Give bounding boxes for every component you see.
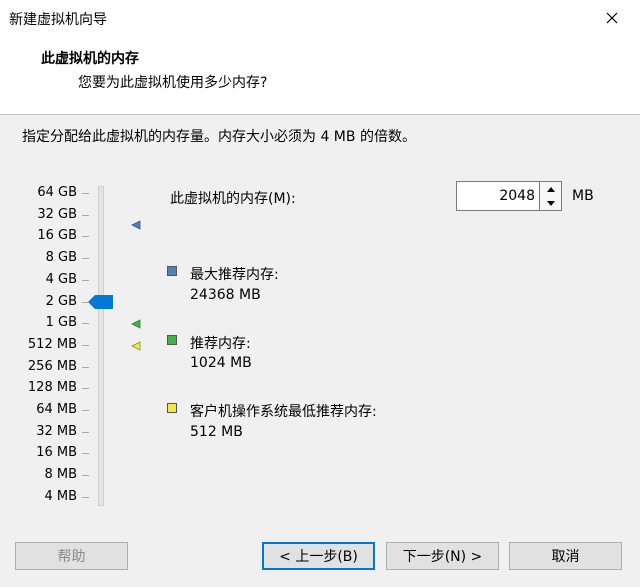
spin-up-button[interactable] <box>540 182 561 196</box>
close-icon <box>606 12 618 24</box>
slider-tick-mark <box>82 475 89 477</box>
cancel-button[interactable]: 取消 <box>509 542 622 570</box>
arrow-up-icon <box>546 186 555 192</box>
slider-tick-label: 64 GB <box>37 185 77 200</box>
slider-tick-mark <box>82 410 89 411</box>
slider-tick-label: 2 GB <box>45 293 77 309</box>
recommended-marker <box>131 319 141 329</box>
slider-tick-label: 128 MB <box>27 380 77 396</box>
slider-tick-label: 16 GB <box>37 228 77 244</box>
slider-tick-mark <box>82 236 89 238</box>
memory-unit: MB <box>572 188 594 204</box>
slider-tick-mark <box>82 193 89 194</box>
title-bar: 新建虚拟机向导 <box>0 0 640 36</box>
minimum-recommended-marker <box>131 341 141 351</box>
page-subtitle: 您要为此虚拟机使用多少内存? <box>78 75 268 91</box>
slider-tick-label: 8 MB <box>44 467 77 483</box>
help-button[interactable]: 帮助 <box>15 542 128 570</box>
memory-slider-thumb[interactable] <box>88 295 113 309</box>
slider-tick-mark <box>82 214 89 216</box>
slider-tick-mark <box>82 344 89 346</box>
recommended-icon <box>167 335 177 345</box>
slider-tick-label: 32 GB <box>37 206 77 222</box>
slider-tick-mark <box>82 496 89 498</box>
back-button[interactable]: < 上一步(B) <box>262 542 375 570</box>
memory-slider-track[interactable] <box>98 186 104 506</box>
next-button[interactable]: 下一步(N) > <box>386 542 499 570</box>
slider-tick-label: 32 MB <box>36 423 77 439</box>
memory-input[interactable] <box>456 181 540 211</box>
slider-tick-label: 8 GB <box>45 250 77 266</box>
slider-tick-mark <box>82 366 89 368</box>
close-button[interactable] <box>596 4 628 32</box>
slider-tick-label: 256 MB <box>27 358 77 374</box>
max-recommended-value: 24368 MB <box>190 287 261 303</box>
window-title: 新建虚拟机向导 <box>9 12 107 28</box>
minimum-recommended-icon <box>167 403 177 413</box>
memory-spinner[interactable] <box>540 181 562 211</box>
minimum-recommended-value: 512 MB <box>190 424 243 440</box>
slider-tick-label: 4 MB <box>44 488 77 504</box>
wizard-header: 此虚拟机的内存 您要为此虚拟机使用多少内存? <box>0 36 640 115</box>
slider-tick-mark <box>82 279 89 281</box>
slider-tick-label: 16 MB <box>36 445 77 461</box>
slider-tick-label: 64 MB <box>36 402 77 417</box>
slider-tick-mark <box>82 323 89 325</box>
max-recommended-icon <box>167 266 177 276</box>
minimum-recommended-label: 客户机操作系统最低推荐内存: <box>190 404 377 420</box>
slider-tick-mark <box>82 258 89 260</box>
max-recommended-label: 最大推荐内存: <box>190 267 279 283</box>
slider-tick-label: 512 MB <box>27 336 77 352</box>
max-recommended-marker <box>131 220 141 230</box>
instruction-text: 指定分配给此虚拟机的内存量。内存大小必须为 4 MB 的倍数。 <box>22 129 416 145</box>
recommended-label: 推荐内存: <box>190 336 251 352</box>
slider-tick-mark <box>82 453 89 455</box>
slider-tick-label: 4 GB <box>45 271 77 287</box>
arrow-down-icon <box>546 200 555 206</box>
spin-down-button[interactable] <box>540 196 561 210</box>
memory-label: 此虚拟机的内存(M): <box>170 191 296 207</box>
page-title: 此虚拟机的内存 <box>41 51 139 67</box>
slider-tick-label: 1 GB <box>45 315 77 331</box>
slider-tick-mark <box>82 301 89 303</box>
slider-tick-mark <box>82 431 89 433</box>
recommended-value: 1024 MB <box>190 355 252 371</box>
slider-tick-mark <box>82 388 89 390</box>
